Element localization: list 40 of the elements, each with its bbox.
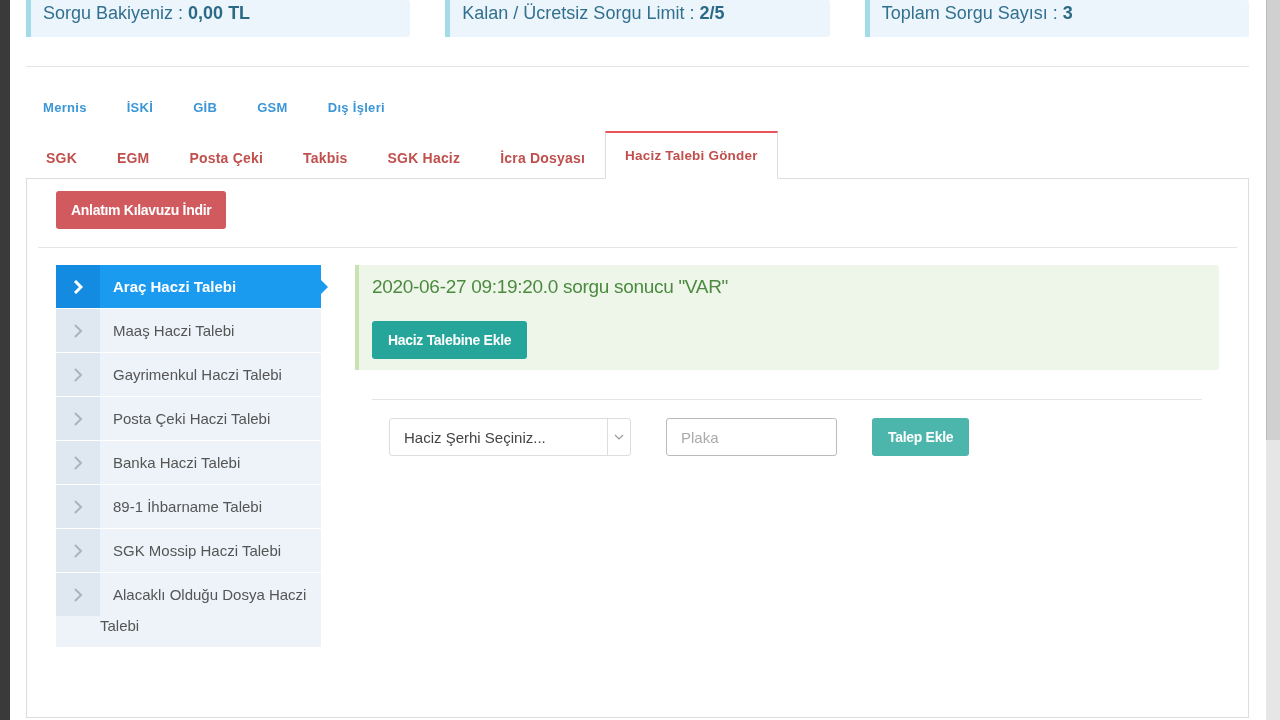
tab[interactable]: Takbis xyxy=(283,131,368,179)
query-tab[interactable]: GSM xyxy=(257,97,288,117)
sidebar-item[interactable]: Posta Çeki Haczi Talebi xyxy=(56,397,321,441)
tab[interactable]: Haciz Talebi Gönder xyxy=(605,131,778,179)
chevron-right-icon xyxy=(73,499,83,514)
stat-card: Sorgu Bakiyeniz : 0,00 TL xyxy=(26,0,411,37)
chevron-right-icon xyxy=(73,367,83,382)
sidebar-item[interactable]: Maaş Haczi Talebi xyxy=(56,309,321,353)
sidebar-item[interactable]: Gayrimenkul Haczi Talebi xyxy=(56,353,321,397)
pointer-icon xyxy=(321,280,328,294)
chevron-right-icon xyxy=(73,323,83,338)
tab[interactable]: EGM xyxy=(96,131,170,179)
chevron-right-icon xyxy=(73,455,83,470)
tab[interactable]: Posta Çeki xyxy=(169,131,284,179)
tab[interactable]: SGK xyxy=(26,131,97,179)
sidebar-item[interactable]: Araç Haczi Talebi xyxy=(56,265,321,309)
add-request-button[interactable]: Talep Ekle xyxy=(872,418,970,456)
tab[interactable]: İcra Dosyası xyxy=(480,131,606,179)
sidebar-item[interactable]: 89-1 İhbarname Talebi xyxy=(56,485,321,529)
chevron-right-icon xyxy=(73,279,83,294)
chevron-down-icon xyxy=(614,434,624,440)
tab[interactable]: SGK Haciz xyxy=(367,131,481,179)
query-tab[interactable]: Mernis xyxy=(43,97,87,117)
plate-input[interactable]: Plaka xyxy=(666,418,837,456)
chevron-right-icon xyxy=(73,543,83,558)
annotation-select[interactable]: Haciz Şerhi Seçiniz... xyxy=(389,418,631,456)
query-tab[interactable]: GİB xyxy=(193,97,218,117)
query-tab[interactable]: İSKİ xyxy=(126,97,154,117)
guide-download-button[interactable]: Anlatım Kılavuzu İndir xyxy=(56,191,227,229)
result-message: 2020-06-27 09:19:20.0 sorgu sonucu "VAR" xyxy=(372,276,730,298)
query-tab[interactable]: Dış İşleri xyxy=(327,97,385,117)
sidebar-item[interactable]: SGK Mossip Haczi Talebi xyxy=(56,529,321,573)
stat-card: Toplam Sorgu Sayısı : 3 xyxy=(864,0,1249,37)
scrollbar-thumb[interactable] xyxy=(1266,0,1280,440)
sidebar-item[interactable]: Banka Haczi Talebi xyxy=(56,441,321,485)
add-to-request-button[interactable]: Haciz Talebine Ekle xyxy=(372,321,528,359)
chevron-right-icon xyxy=(73,587,83,602)
chevron-right-icon xyxy=(73,411,83,426)
sidebar-item[interactable]: Alacaklı Olduğu Dosya Haczi Talebi xyxy=(56,573,321,648)
stat-card: Kalan / Ücretsiz Sorgu Limit : 2/5 xyxy=(445,0,830,37)
